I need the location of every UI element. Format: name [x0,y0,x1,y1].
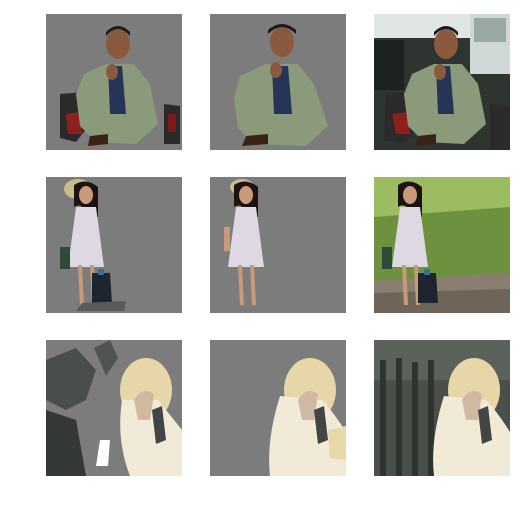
photo-man-original [374,14,510,150]
photo-woman-original [374,177,510,313]
photo-woman-mask-a [46,177,182,313]
photo-blonde-original [374,340,510,476]
photo-blonde-mask-a [46,340,182,476]
photo-man-mask-b [210,14,346,150]
photo-blonde-mask-b [210,340,346,476]
photo-man-mask-a [46,14,182,150]
photo-woman-mask-b [210,177,346,313]
